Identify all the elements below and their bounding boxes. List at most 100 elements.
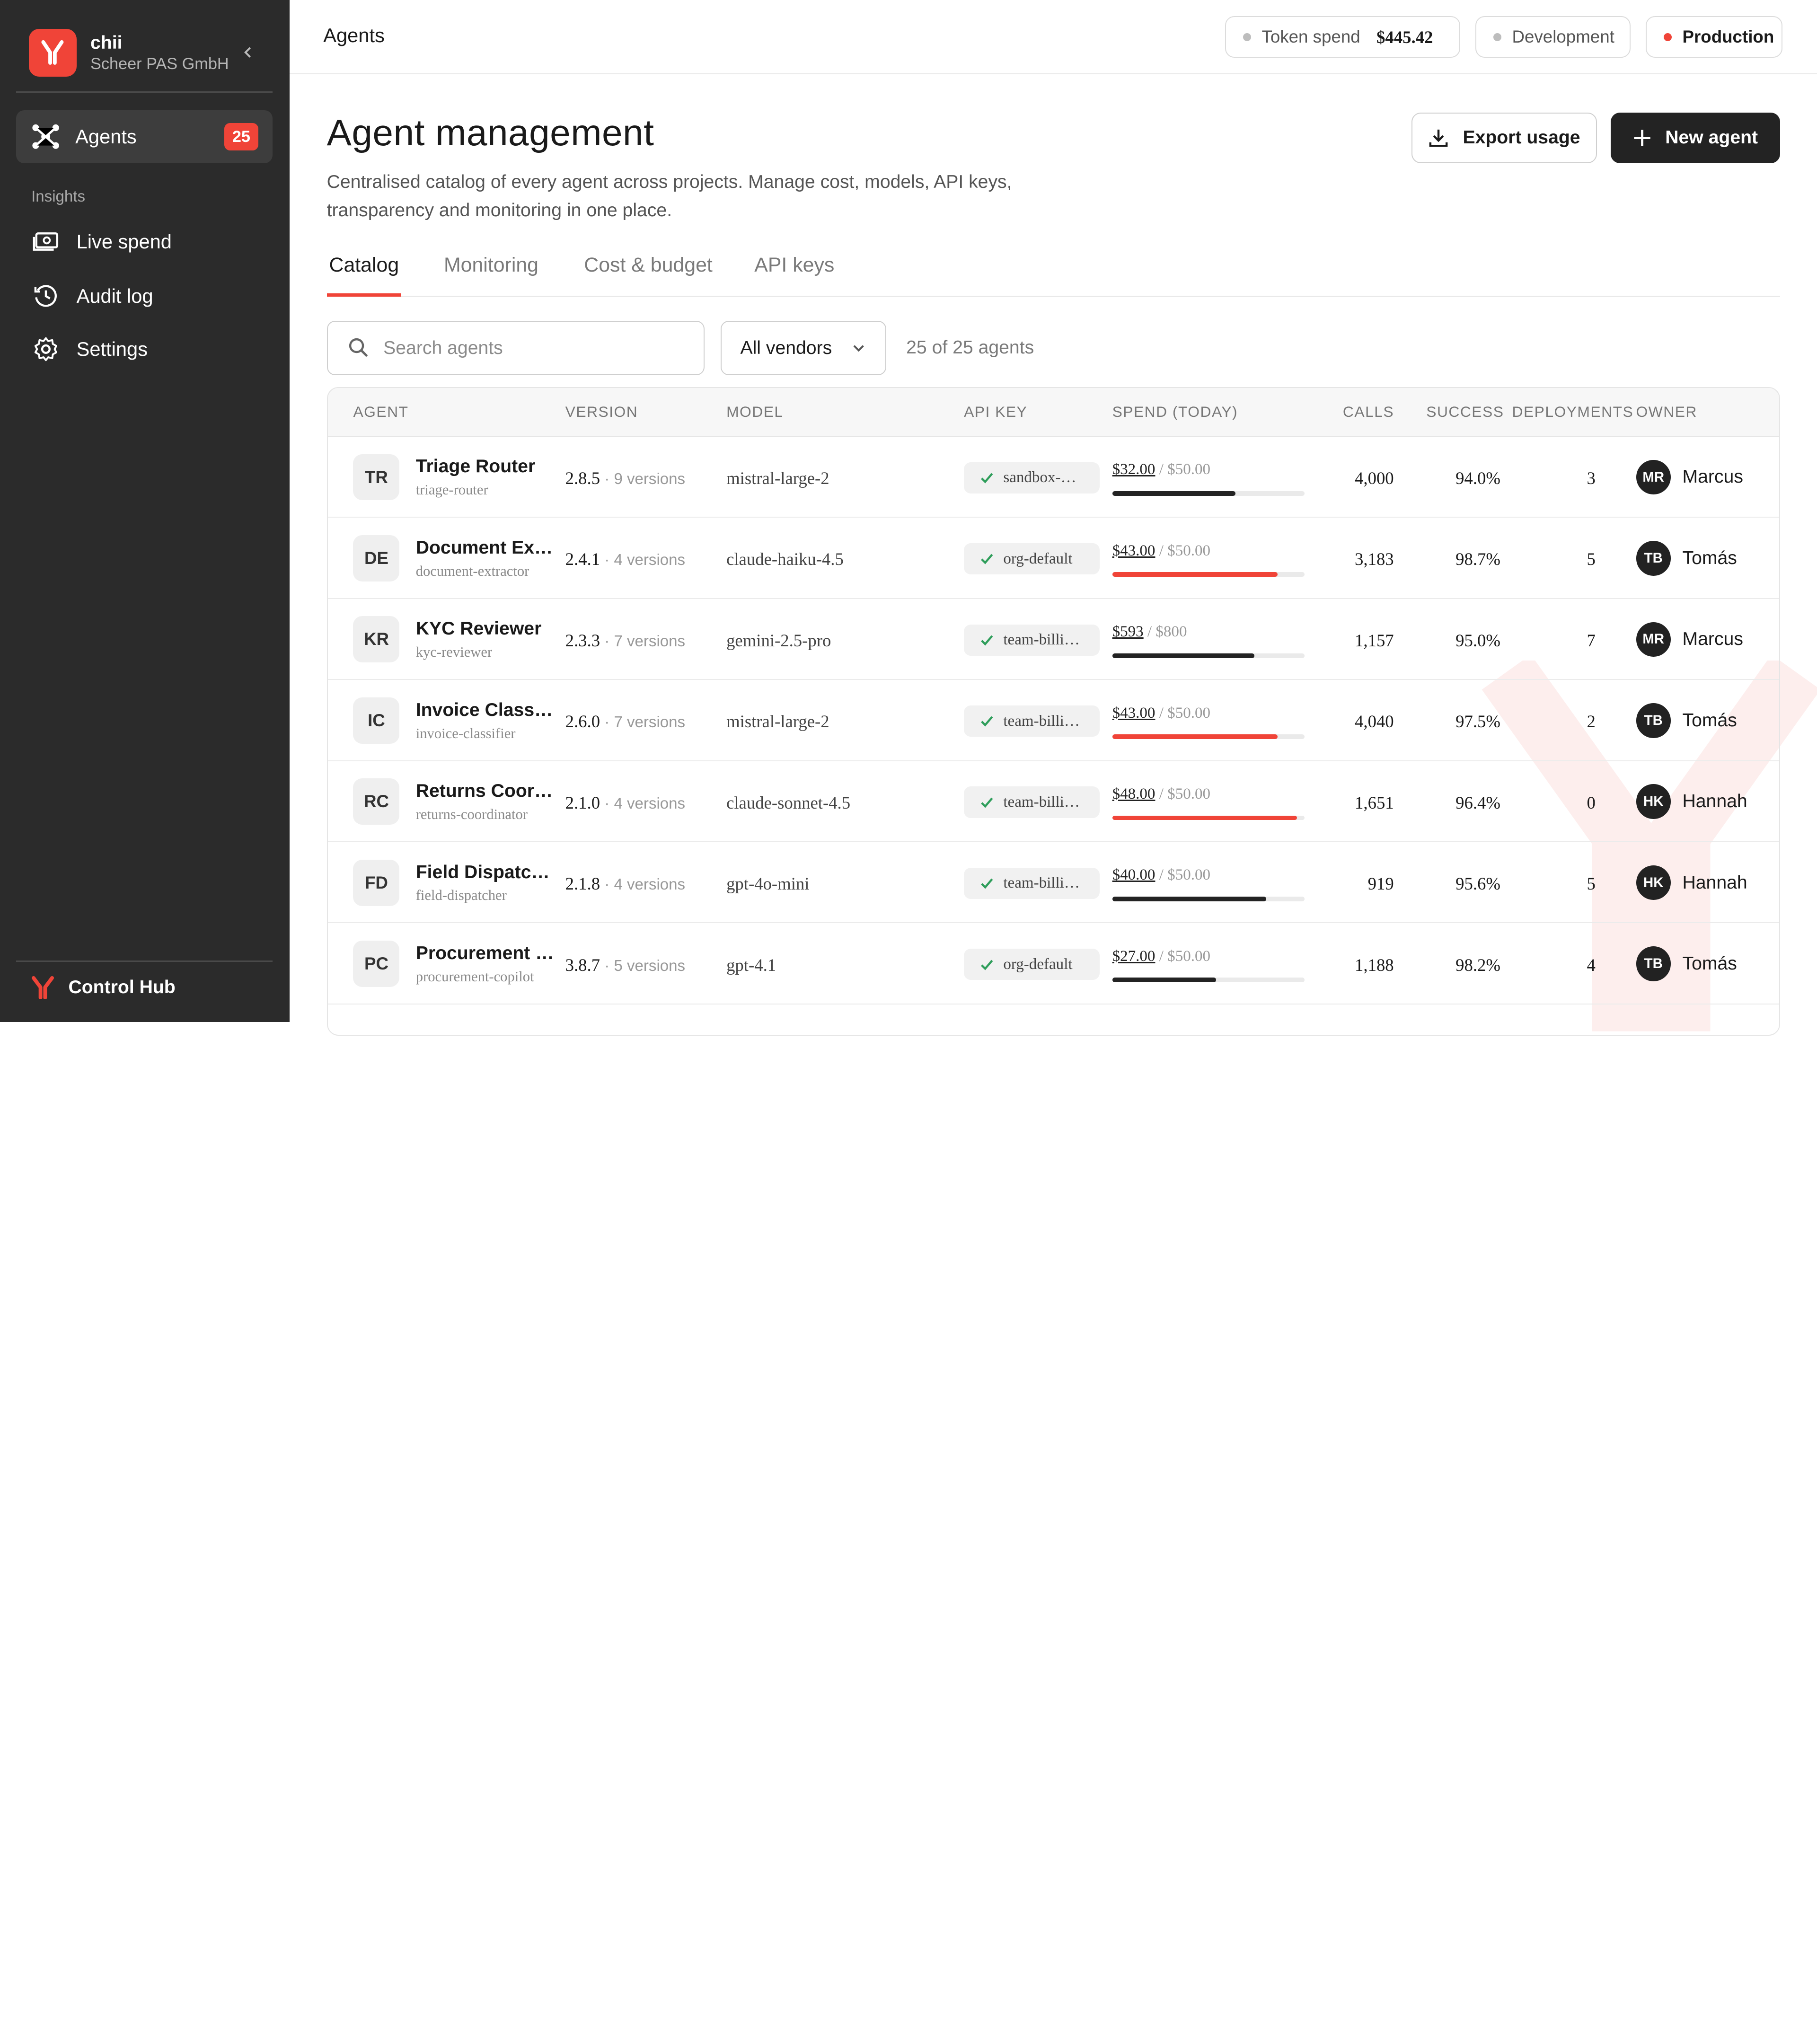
spend-value: $32.00 / $50.00 <box>1112 461 1210 478</box>
agent-avatar: KR <box>353 616 400 663</box>
owner-name: Marcus <box>1682 629 1743 650</box>
new-agent-button[interactable]: New agent <box>1611 112 1780 164</box>
sidebar-item-settings[interactable]: Settings <box>31 335 148 364</box>
control-hub-label: Control Hub <box>68 977 176 997</box>
token-spend-pill[interactable]: Token spend $445.42 <box>1225 16 1460 58</box>
column-header-agent[interactable]: AGENT <box>353 403 408 421</box>
sidebar-item-agents[interactable]: Agents 25 <box>16 110 273 164</box>
tab-api-keys[interactable]: API keys <box>754 254 834 277</box>
owner-name: Tomás <box>1682 710 1737 731</box>
success-rate: 98.7% <box>1455 549 1500 569</box>
sidebar-item-audit-log[interactable]: Audit log <box>31 282 153 310</box>
money-icon <box>31 227 60 256</box>
version-count: · 4 versions <box>604 551 686 569</box>
column-header-model[interactable]: MODEL <box>726 403 784 421</box>
table-row[interactable]: KR KYC Reviewer kyc-reviewer 2.3.3 · 7 v… <box>327 599 1779 680</box>
table-row[interactable]: TR Triage Router triage-router 2.8.5 · 9… <box>327 437 1779 518</box>
api-key-chip[interactable]: org-default <box>964 543 1100 575</box>
spend-progress-bar <box>1112 978 1305 983</box>
agent-avatar: IC <box>353 697 400 744</box>
spend-value: $43.00 / $50.00 <box>1112 542 1210 560</box>
agents-table: AGENT VERSION MODEL API KEY SPEND (TODAY… <box>326 387 1780 1036</box>
status-dot-icon <box>1243 33 1252 41</box>
version-number: 2.6.0 <box>565 712 600 731</box>
spend-amount: $32.00 <box>1112 461 1155 478</box>
spend-budget: / $50.00 <box>1155 461 1211 478</box>
check-icon <box>981 960 993 970</box>
agent-name[interactable]: Returns Coor… <box>416 781 555 802</box>
agent-slug: procurement-copilot <box>415 968 534 985</box>
api-key-name: org-default <box>1003 955 1073 973</box>
table-row[interactable]: IC Invoice Classi… invoice-classifier 2.… <box>327 680 1779 761</box>
api-key-chip[interactable]: sandbox-… <box>964 462 1100 493</box>
agent-avatar: FD <box>353 859 400 906</box>
api-key-chip[interactable]: team-billi… <box>964 705 1100 737</box>
spend-amount: $48.00 <box>1112 785 1155 802</box>
table-row[interactable]: RC Returns Coor… returns-coordinator 2.1… <box>327 761 1779 842</box>
column-header-deployments[interactable]: DEPLOYMENTS <box>1512 403 1633 421</box>
agent-slug: kyc-reviewer <box>415 644 493 661</box>
agent-name[interactable]: KYC Reviewer <box>416 618 555 639</box>
org-switcher[interactable]: chii Scheer PAS GmbH <box>29 29 229 77</box>
agent-version: 2.1.0 · 4 versions <box>565 793 685 813</box>
column-header-success[interactable]: SUCCESS <box>1426 403 1504 421</box>
sidebar-item-live-spend[interactable]: Live spend <box>31 227 172 256</box>
spend-budget: / $50.00 <box>1155 542 1211 559</box>
sidebar-item-label: Audit log <box>76 284 153 307</box>
deployments-count: 0 <box>1587 793 1596 812</box>
api-key-name: team-billi… <box>1003 631 1080 649</box>
agent-name[interactable]: Document Ext… <box>416 537 555 558</box>
chevron-left-icon <box>244 47 251 58</box>
search-input[interactable]: Search agents <box>326 321 705 376</box>
success-rate: 95.0% <box>1455 630 1500 650</box>
export-usage-button[interactable]: Export usage <box>1411 112 1597 164</box>
calls-count: 919 <box>1367 874 1394 894</box>
owner-avatar: TB <box>1636 946 1671 981</box>
api-key-chip[interactable]: team-billi… <box>964 867 1100 899</box>
column-header-owner[interactable]: OWNER <box>1636 403 1697 421</box>
calls-count: 1,157 <box>1355 630 1394 650</box>
env-production-label: Production <box>1682 27 1774 47</box>
owner-avatar: TB <box>1636 703 1671 738</box>
vendor-filter-select[interactable]: All vendors <box>721 321 887 376</box>
column-header-version[interactable]: VERSION <box>565 403 638 421</box>
tab-monitoring[interactable]: Monitoring <box>444 254 538 277</box>
spend-amount: $40.00 <box>1112 866 1155 884</box>
sidebar-item-label: Live spend <box>76 230 172 253</box>
version-number: 2.1.0 <box>565 793 600 812</box>
table-row[interactable]: DE Document Ext… document-extractor 2.4.… <box>327 518 1779 599</box>
deployments-count: 2 <box>1587 712 1596 731</box>
agent-name[interactable]: Invoice Classi… <box>416 700 555 721</box>
version-count: · 4 versions <box>604 876 686 894</box>
sidebar-item-label: Settings <box>76 338 148 361</box>
spend-amount: $43.00 <box>1112 704 1155 722</box>
sidebar-divider <box>16 91 273 93</box>
api-key-chip[interactable]: org-default <box>964 949 1100 980</box>
table-row[interactable]: FD Field Dispatch… field-dispatcher 2.1.… <box>327 842 1779 924</box>
env-development-button[interactable]: Development <box>1475 16 1631 58</box>
agent-name[interactable]: Procurement … <box>416 943 555 964</box>
spend-progress-fill <box>1112 897 1266 901</box>
column-header-api-key[interactable]: API KEY <box>964 403 1027 421</box>
control-hub-link[interactable]: Control Hub <box>31 976 176 999</box>
env-production-button[interactable]: Production <box>1645 16 1782 58</box>
sidebar-item-label: Agents <box>75 125 137 148</box>
spend-budget: / $50.00 <box>1155 785 1211 802</box>
new-agent-label: New agent <box>1665 127 1758 148</box>
agent-name[interactable]: Triage Router <box>416 456 555 477</box>
status-dot-icon <box>1493 33 1502 41</box>
deployments-count: 4 <box>1587 955 1596 975</box>
agent-name[interactable]: Field Dispatch… <box>416 862 555 883</box>
column-header-spend[interactable]: SPEND (TODAY) <box>1112 403 1238 421</box>
vendor-filter-value: All vendors <box>740 337 832 358</box>
api-key-chip[interactable]: team-billi… <box>964 624 1100 656</box>
tab-catalog[interactable]: Catalog <box>329 254 399 277</box>
spend-progress-bar <box>1112 734 1305 739</box>
column-header-calls[interactable]: CALLS <box>1343 403 1394 421</box>
tab-cost-budget[interactable]: Cost & budget <box>584 254 713 277</box>
active-tab-indicator <box>326 293 401 297</box>
chevron-down-icon <box>853 345 864 352</box>
collapse-sidebar-button[interactable] <box>237 41 260 64</box>
api-key-chip[interactable]: team-billi… <box>964 786 1100 818</box>
table-row[interactable]: PC Procurement … procurement-copilot 3.8… <box>327 923 1779 1004</box>
